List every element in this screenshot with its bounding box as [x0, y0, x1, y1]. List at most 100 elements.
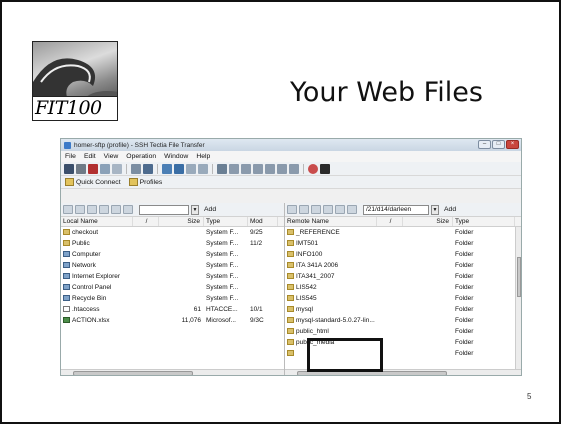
local-file-list: checkout System F... 9/25 Public System F...… [61, 227, 284, 326]
sort-icon[interactable] [229, 163, 239, 174]
local-file-row[interactable]: Network System F... [61, 260, 284, 271]
recycle-bin-icon [63, 295, 70, 302]
print-icon[interactable] [76, 163, 86, 174]
list-view-icon[interactable] [241, 163, 251, 174]
menu-edit[interactable]: Edit [84, 153, 96, 160]
remote-file-row[interactable]: ITA341_2007 Folder [285, 271, 521, 282]
col-remote-sort[interactable]: / [377, 217, 403, 226]
settings-icon[interactable] [143, 163, 153, 174]
local-hscrollbar[interactable] [61, 369, 284, 375]
remote-new-folder-icon[interactable] [311, 205, 321, 214]
remote-file-row[interactable]: ITA 341A 2006 Folder [285, 260, 521, 271]
local-file-size [159, 249, 204, 260]
remote-file-list: _REFERENCE Folder IMT501 Folder INFO100 Folde… [285, 227, 521, 359]
local-file-row[interactable]: Internet Explorer System F... [61, 271, 284, 282]
col-local-name[interactable]: Local Name [61, 217, 133, 226]
remote-file-row[interactable]: IMT501 Folder [285, 238, 521, 249]
remote-delete-icon[interactable] [347, 205, 357, 214]
col-local-size[interactable]: Size [159, 217, 204, 226]
remote-file-name: LIS542 [296, 284, 317, 291]
local-delete-icon[interactable] [123, 205, 133, 214]
local-file-row[interactable]: checkout System F... 9/25 [61, 227, 284, 238]
remote-file-row[interactable]: _REFERENCE Folder [285, 227, 521, 238]
local-file-mod: 11/2 [250, 240, 263, 247]
local-file-row[interactable]: Recycle Bin System F... [61, 293, 284, 304]
local-file-row[interactable]: Control Panel System F... [61, 282, 284, 293]
remote-vscrollbar[interactable] [515, 227, 521, 369]
local-file-mod: 10/1 [250, 306, 263, 313]
remote-refresh-icon[interactable] [323, 205, 333, 214]
large-icons-icon[interactable] [265, 163, 275, 174]
remote-file-row[interactable]: public_media Folder [285, 337, 521, 348]
maximize-button[interactable]: □ [492, 140, 505, 149]
local-file-row[interactable]: ACTION.xlsx 11,076 Microsof... 9/3C [61, 315, 284, 326]
remote-properties-icon[interactable] [335, 205, 345, 214]
col-remote-type[interactable]: Type [453, 217, 515, 226]
remote-file-row[interactable]: public_html Folder [285, 326, 521, 337]
local-add-button[interactable]: Add [204, 206, 216, 213]
remote-file-row[interactable]: LIS545 Folder [285, 293, 521, 304]
terminal-icon[interactable] [162, 163, 172, 174]
small-icons-icon[interactable] [277, 163, 287, 174]
local-file-type: HTACCE... [206, 306, 238, 313]
local-refresh-icon[interactable] [99, 205, 109, 214]
local-up-icon[interactable] [63, 205, 73, 214]
remote-file-row[interactable]: Folder [285, 348, 521, 359]
remote-add-button[interactable]: Add [444, 206, 456, 213]
folder-icon [287, 295, 294, 302]
sftp-window: homer-sftp (profile) - SSH Tectia File T… [60, 138, 522, 376]
local-path-dropdown[interactable]: ▼ [191, 204, 199, 215]
local-file-row[interactable]: Computer System F... [61, 249, 284, 260]
local-file-size [159, 293, 204, 304]
col-remote-name[interactable]: Remote Name [285, 217, 377, 226]
remote-path-input[interactable]: /21/d14/darleen [363, 204, 429, 215]
close-button[interactable]: × [506, 140, 519, 149]
local-path-input[interactable] [139, 204, 189, 215]
folder-icon [287, 328, 294, 335]
remote-file-name: public_media [296, 339, 335, 346]
minimize-button[interactable]: – [478, 140, 491, 149]
menu-window[interactable]: Window [164, 153, 188, 160]
help-icon[interactable] [320, 163, 330, 174]
stop-icon[interactable] [308, 163, 318, 174]
menu-help[interactable]: Help [196, 153, 210, 160]
remote-hscrollbar[interactable] [285, 369, 521, 375]
col-local-sort[interactable]: / [133, 217, 159, 226]
download-icon[interactable] [186, 163, 196, 174]
menu-file[interactable]: File [65, 153, 76, 160]
local-file-type: Microsof... [206, 317, 236, 324]
copy-icon[interactable] [100, 163, 110, 174]
local-properties-icon[interactable] [111, 205, 121, 214]
find-icon[interactable] [131, 163, 141, 174]
local-file-size: 11,076 [181, 317, 201, 324]
local-file-row[interactable]: Public System F... 11/2 [61, 238, 284, 249]
transfer-icon[interactable] [174, 163, 184, 174]
quick-connect-button[interactable]: Quick Connect [65, 178, 121, 186]
menu-operation[interactable]: Operation [126, 153, 156, 160]
folder-icon [63, 240, 70, 247]
save-icon[interactable] [64, 163, 74, 174]
cut-icon[interactable] [88, 163, 98, 174]
remote-file-row[interactable]: INFO100 Folder [285, 249, 521, 260]
profiles-button[interactable]: Profiles [128, 178, 162, 186]
paste-icon[interactable] [112, 163, 122, 174]
remote-file-row[interactable]: LIS542 Folder [285, 282, 521, 293]
local-file-row[interactable]: .htaccess 61 HTACCE... 10/1 [61, 304, 284, 315]
remote-file-row[interactable]: mysql Folder [285, 304, 521, 315]
upload-icon[interactable] [198, 163, 208, 174]
details-view-icon[interactable] [253, 163, 263, 174]
remote-file-row[interactable]: mysql-standard-5.0.27-lin... Folder [285, 315, 521, 326]
local-home-icon[interactable] [75, 205, 85, 214]
menu-view[interactable]: View [104, 153, 119, 160]
thumbnails-icon[interactable] [289, 163, 299, 174]
local-new-folder-icon[interactable] [87, 205, 97, 214]
remote-path-dropdown[interactable]: ▼ [431, 204, 439, 215]
col-local-mod[interactable]: Mod [248, 217, 278, 226]
remote-home-icon[interactable] [299, 205, 309, 214]
remote-up-icon[interactable] [287, 205, 297, 214]
local-file-mod: 9/3C [250, 317, 264, 324]
window-icon[interactable] [217, 163, 227, 174]
col-local-type[interactable]: Type [204, 217, 248, 226]
col-remote-size[interactable]: Size [403, 217, 453, 226]
slide: FIT100 Your Web Files homer-sftp (profil… [0, 0, 561, 424]
